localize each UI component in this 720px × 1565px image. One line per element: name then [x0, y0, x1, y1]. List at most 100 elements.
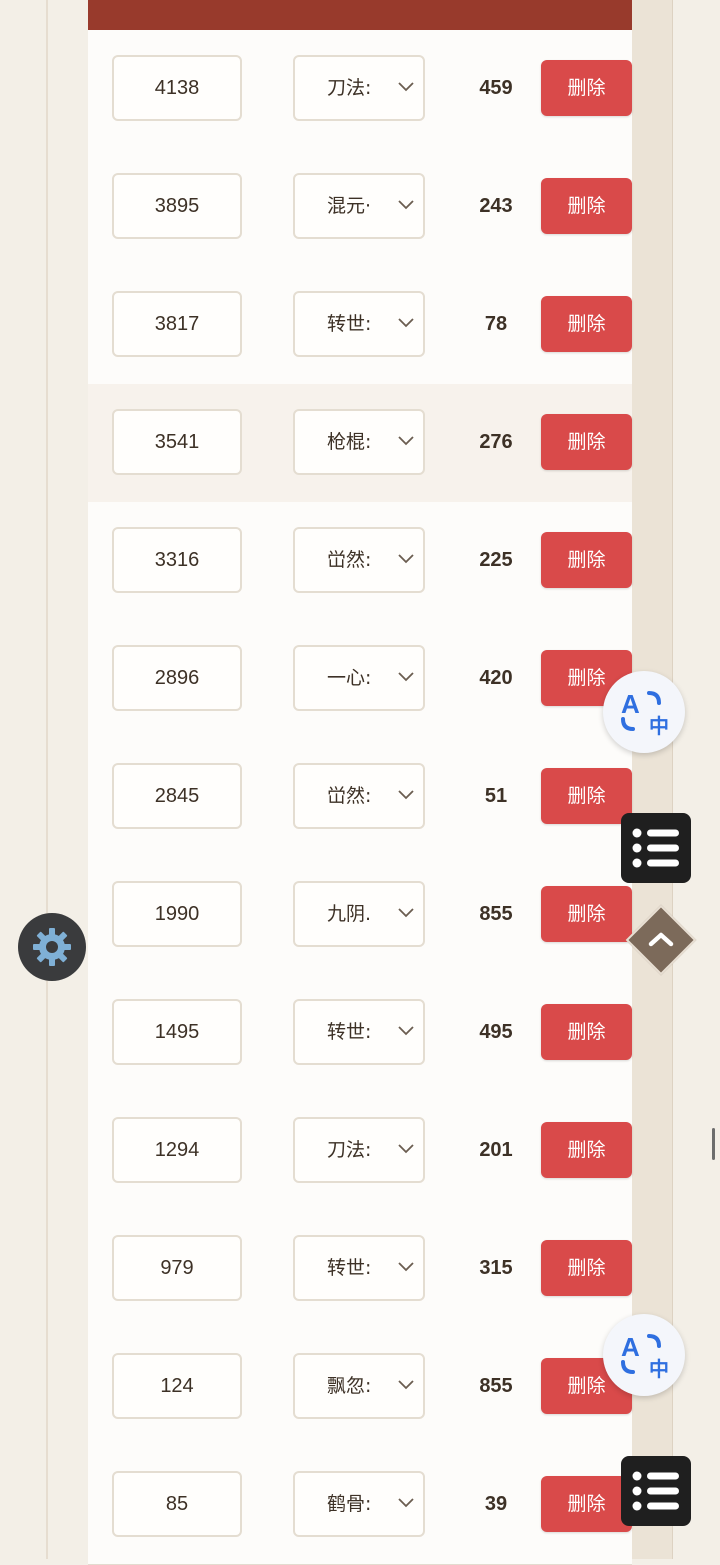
skill-select-value: 枪棍:: [327, 431, 371, 453]
value-input[interactable]: 85: [112, 1471, 242, 1537]
value-input[interactable]: 3895: [112, 173, 242, 239]
delete-button[interactable]: 删除: [541, 768, 632, 824]
skill-select[interactable]: 九阴.: [293, 881, 425, 947]
count-value: 459: [479, 77, 513, 99]
value-input[interactable]: 3541: [112, 409, 242, 475]
delete-button[interactable]: 删除: [541, 1004, 632, 1060]
chevron-up-icon: [648, 932, 674, 947]
value-input[interactable]: 3817: [112, 291, 242, 357]
translate-button[interactable]: A 中: [603, 671, 685, 753]
gear-icon: [33, 928, 71, 966]
table-row: 85 鹤骨: 39 删除: [88, 1446, 632, 1565]
list-menu-icon: [632, 1471, 679, 1511]
value-input[interactable]: 1495: [112, 999, 242, 1065]
value-input[interactable]: 3316: [112, 527, 242, 593]
delete-button[interactable]: 删除: [541, 296, 632, 352]
skill-select-value: 峃然:: [327, 785, 371, 807]
table-header-bar: [88, 0, 632, 30]
chevron-down-icon: [398, 908, 414, 918]
skill-select[interactable]: 峃然:: [293, 527, 425, 593]
skill-select[interactable]: 转世:: [293, 1235, 425, 1301]
skill-select[interactable]: 鹤骨:: [293, 1471, 425, 1537]
count-value: 420: [479, 667, 513, 689]
scrollbar[interactable]: [712, 1128, 715, 1160]
value-input[interactable]: 2896: [112, 645, 242, 711]
count-value: 39: [484, 1493, 508, 1515]
skill-select[interactable]: 枪棍:: [293, 409, 425, 475]
delete-button[interactable]: 删除: [541, 1476, 632, 1532]
chevron-down-icon: [398, 1498, 414, 1508]
table-row: 3316 峃然: 225 删除: [88, 502, 632, 621]
value-input[interactable]: 979: [112, 1235, 242, 1301]
skill-select[interactable]: 峃然:: [293, 763, 425, 829]
value-input[interactable]: 2845: [112, 763, 242, 829]
skill-select[interactable]: 刀法:: [293, 55, 425, 121]
svg-text:中: 中: [649, 714, 669, 738]
skill-select-value: 混元·: [327, 195, 371, 217]
delete-button[interactable]: 删除: [541, 886, 632, 942]
skill-select[interactable]: 飘忽:: [293, 1353, 425, 1419]
svg-text:中: 中: [649, 1357, 669, 1381]
page-edge: [46, 0, 48, 1559]
count-value: 315: [479, 1257, 513, 1279]
table-row: 1990 九阴. 855 删除: [88, 856, 632, 975]
table-row: 979 转世: 315 删除: [88, 1210, 632, 1329]
count-value: 201: [479, 1139, 513, 1161]
menu-button-2[interactable]: [621, 1456, 691, 1526]
delete-button[interactable]: 删除: [541, 532, 632, 588]
table-row: 4138 刀法: 459 删除: [88, 30, 632, 149]
chevron-down-icon: [398, 672, 414, 682]
table-row: 124 飘忽: 855 删除: [88, 1328, 632, 1447]
skill-select-value: 转世:: [327, 1021, 371, 1043]
delete-button[interactable]: 删除: [541, 60, 632, 116]
settings-button[interactable]: [18, 913, 86, 981]
table-row: 2845 峃然: 51 删除: [88, 738, 632, 857]
skill-select-value: 九阴.: [327, 903, 371, 925]
translate-icon: A 中: [621, 689, 669, 738]
table-row: 2896 一心: 420 删除: [88, 620, 632, 739]
chevron-down-icon: [398, 554, 414, 564]
translate-button-2[interactable]: A 中: [603, 1314, 685, 1396]
count-value: 495: [479, 1021, 513, 1043]
skill-select[interactable]: 转世:: [293, 999, 425, 1065]
skill-select[interactable]: 刀法:: [293, 1117, 425, 1183]
chevron-down-icon: [398, 1262, 414, 1272]
delete-button[interactable]: 删除: [541, 1240, 632, 1296]
count-value: 243: [479, 195, 513, 217]
menu-button[interactable]: [621, 813, 691, 883]
skill-select-value: 峃然:: [327, 549, 371, 571]
delete-button[interactable]: 删除: [541, 178, 632, 234]
skill-select-value: 刀法:: [327, 1139, 371, 1161]
skill-select-value: 刀法:: [327, 77, 371, 99]
chevron-down-icon: [398, 318, 414, 328]
delete-button[interactable]: 删除: [541, 1122, 632, 1178]
count-value: 855: [479, 1375, 513, 1397]
skill-select[interactable]: 一心:: [293, 645, 425, 711]
chevron-down-icon: [398, 1144, 414, 1154]
table-row: 1294 刀法: 201 删除: [88, 1092, 632, 1211]
count-value: 225: [479, 549, 513, 571]
skill-select-value: 鹤骨:: [327, 1493, 371, 1515]
count-value: 51: [484, 785, 508, 807]
skill-select[interactable]: 混元·: [293, 173, 425, 239]
table-row: 3895 混元· 243 删除: [88, 148, 632, 267]
value-input[interactable]: 124: [112, 1353, 242, 1419]
chevron-down-icon: [398, 436, 414, 446]
table-row: 3817 转世: 78 删除: [88, 266, 632, 385]
count-value: 78: [484, 313, 508, 335]
chevron-down-icon: [398, 82, 414, 92]
delete-button[interactable]: 删除: [541, 414, 632, 470]
skill-select[interactable]: 转世:: [293, 291, 425, 357]
chevron-down-icon: [398, 1026, 414, 1036]
svg-text:A: A: [621, 689, 640, 719]
table-row: 1495 转世: 495 删除: [88, 974, 632, 1093]
list-menu-icon: [632, 828, 679, 868]
count-value: 276: [479, 431, 513, 453]
svg-text:A: A: [621, 1332, 640, 1362]
value-input[interactable]: 1294: [112, 1117, 242, 1183]
value-input[interactable]: 1990: [112, 881, 242, 947]
value-input[interactable]: 4138: [112, 55, 242, 121]
translate-icon: A 中: [621, 1332, 669, 1381]
skill-select-value: 转世:: [327, 1257, 371, 1279]
skill-select-value: 转世:: [327, 313, 371, 335]
